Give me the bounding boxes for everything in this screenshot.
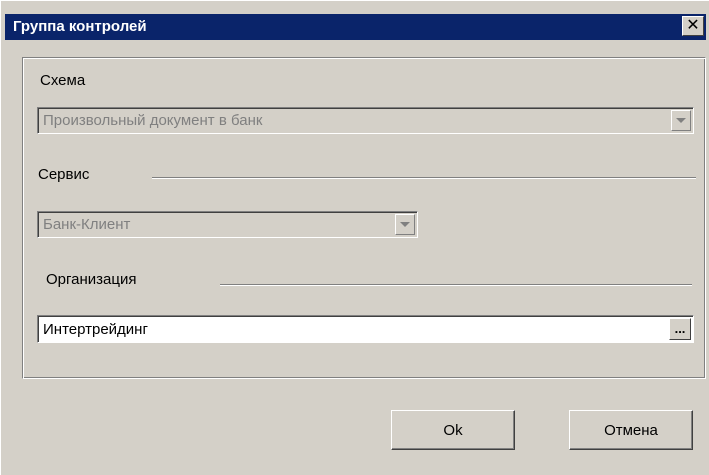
cancel-button[interactable]: Отмена <box>569 410 693 450</box>
organization-separator <box>220 284 692 286</box>
dialog-window: Группа контролей ✕ Схема Произвольный до… <box>0 0 709 475</box>
organization-field[interactable]: Интертрейдинг ... <box>37 315 694 343</box>
schema-combo[interactable]: Произвольный документ в банк <box>37 107 694 134</box>
schema-dropdown-button[interactable] <box>671 110 691 131</box>
chevron-down-icon <box>676 118 686 123</box>
chevron-down-icon <box>400 222 410 227</box>
organization-field-value: Интертрейдинг <box>43 321 148 338</box>
schema-combo-value: Произвольный документ в банк <box>43 112 263 129</box>
service-separator <box>152 177 696 179</box>
close-button[interactable]: ✕ <box>682 16 704 36</box>
window-title: Группа контролей <box>13 18 147 35</box>
schema-label: Схема <box>40 72 86 89</box>
ellipsis-icon: ... <box>674 321 686 336</box>
close-icon: ✕ <box>686 17 700 34</box>
service-combo-value: Банк-Клиент <box>43 216 131 233</box>
organization-label: Организация <box>46 271 137 288</box>
organization-browse-button[interactable]: ... <box>669 318 691 340</box>
title-bar: Группа контролей ✕ <box>5 14 706 40</box>
service-combo[interactable]: Банк-Клиент <box>37 211 418 238</box>
ok-button[interactable]: Ok <box>391 410 515 450</box>
service-dropdown-button[interactable] <box>395 214 415 235</box>
service-label: Сервис <box>38 166 90 183</box>
